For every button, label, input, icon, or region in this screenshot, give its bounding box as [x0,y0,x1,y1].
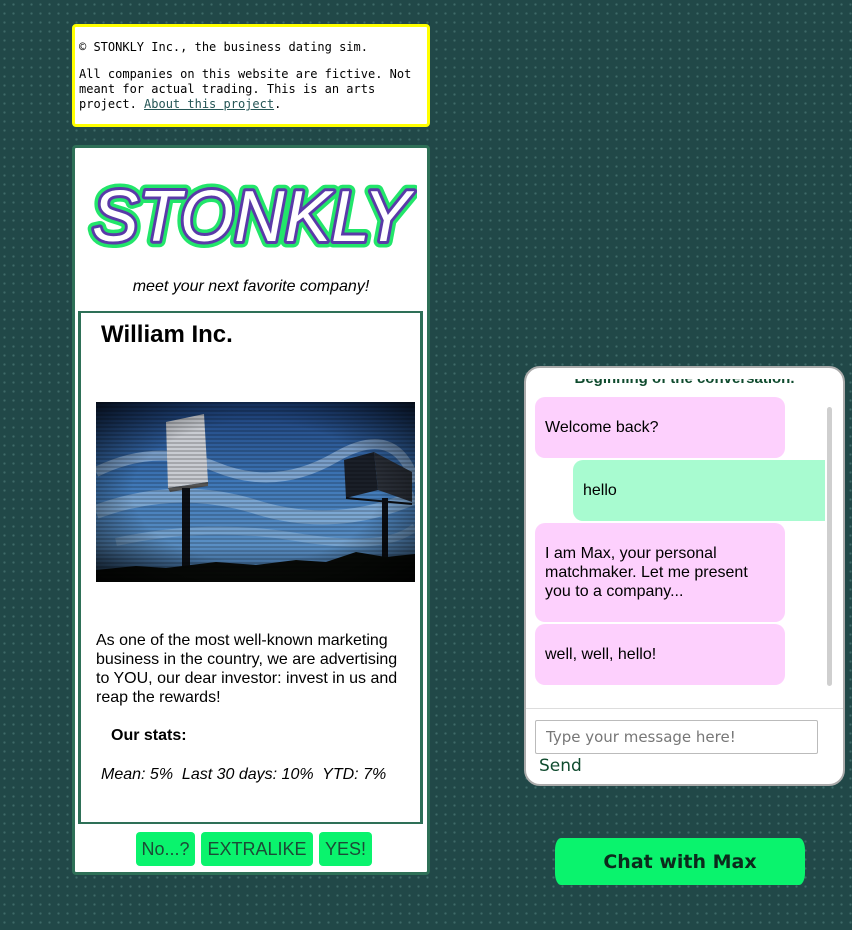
chat-widget: Beginning of the conversation. Welcome b… [524,366,845,786]
stonkly-logo: STONKLY STONKLY STONKLY [85,166,422,264]
chat-message: well, well, hello! [535,624,785,685]
copyright-text: © STONKLY Inc., the business dating sim. [79,40,368,54]
stats-heading: Our stats: [111,727,187,744]
about-project-link[interactable]: About this project [144,97,274,111]
company-name: William Inc. [101,321,233,348]
disclaimer-text: All companies on this website are fictiv… [75,67,427,112]
chat-message-list[interactable]: Beginning of the conversation. Welcome b… [526,368,843,708]
company-description: As one of the most well-known marketing … [96,632,398,706]
stats-values: Mean: 5% Last 30 days: 10% YTD: 7% [101,766,387,783]
chat-message-input[interactable] [535,720,818,754]
extralike-button[interactable]: EXTRALIKE [201,832,313,866]
chat-message: hello [573,460,825,521]
chat-with-max-button[interactable]: Chat with Max [555,838,805,885]
disclaimer-period: . [274,97,282,111]
no-button[interactable]: No...? [136,832,195,866]
conversation-start-label: Beginning of the conversation. [574,370,795,387]
logo-text: STONKLY [92,177,415,256]
chat-scrollbar[interactable] [827,407,832,686]
swipe-actions: No...? EXTRALIKE YES! [75,832,427,866]
yes-button[interactable]: YES! [319,832,372,866]
company-profile: William Inc. As one of the most well-kno… [78,311,423,824]
chat-message: I am Max, your personal matchmaker. Let … [535,523,785,622]
company-card: STONKLY STONKLY STONKLY meet your next f… [72,145,430,875]
chat-message: Welcome back? [535,397,785,458]
disclaimer-box: © STONKLY Inc., the business dating sim.… [72,24,430,127]
chat-divider [526,708,843,709]
tagline: meet your next favorite company! [132,278,370,295]
send-button[interactable]: Send [539,756,582,776]
company-photo [96,402,415,582]
